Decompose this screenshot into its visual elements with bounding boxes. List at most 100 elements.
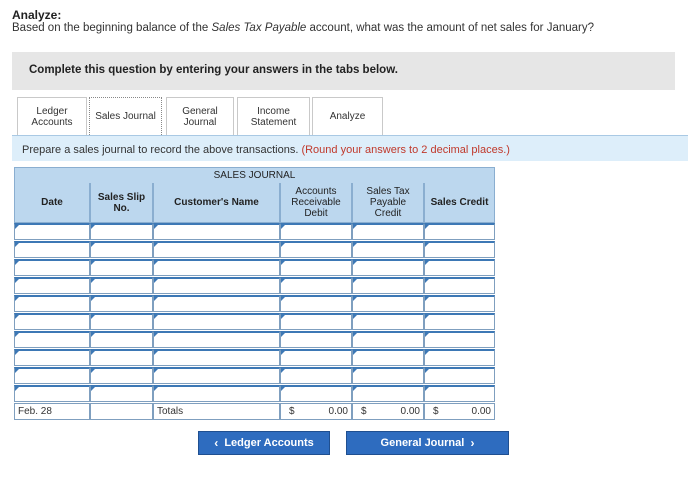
sales-credit-input[interactable] bbox=[424, 259, 495, 276]
table-row bbox=[14, 349, 495, 366]
ar-debit-input[interactable] bbox=[280, 241, 352, 258]
tab-label: Analyze bbox=[329, 111, 366, 122]
customer-name-input[interactable] bbox=[153, 313, 280, 330]
customer-name-input[interactable] bbox=[153, 385, 280, 402]
tab-analyze[interactable]: Analyze bbox=[312, 97, 383, 135]
stp-credit-input[interactable] bbox=[352, 313, 424, 330]
sales-slip-input[interactable] bbox=[90, 349, 153, 366]
ar-debit-input[interactable] bbox=[280, 223, 352, 240]
journal-title: SALES JOURNAL bbox=[14, 167, 495, 184]
dropdown-corner-icon bbox=[15, 333, 19, 337]
stp-credit-input[interactable] bbox=[352, 367, 424, 384]
customer-name-input[interactable] bbox=[153, 277, 280, 294]
customer-name-input[interactable] bbox=[153, 259, 280, 276]
col-header-label: Date bbox=[41, 197, 63, 208]
sales-journal-table: SALES JOURNAL Date Sales Slip No. Custome… bbox=[14, 167, 495, 425]
date-input[interactable] bbox=[14, 367, 90, 384]
table-row bbox=[14, 295, 495, 312]
sales-credit-input[interactable] bbox=[424, 295, 495, 312]
sales-credit-input[interactable] bbox=[424, 241, 495, 258]
tab-label: Income bbox=[257, 105, 290, 117]
date-input[interactable] bbox=[14, 241, 90, 258]
tab-general-journal[interactable]: General Journal bbox=[166, 97, 234, 135]
ar-debit-input[interactable] bbox=[280, 313, 352, 330]
date-input[interactable] bbox=[14, 331, 90, 348]
sales-credit-input[interactable] bbox=[424, 385, 495, 402]
sales-slip-input[interactable] bbox=[90, 277, 153, 294]
stp-credit-input[interactable] bbox=[352, 277, 424, 294]
instructions-note: (Round your answers to 2 decimal places.… bbox=[301, 144, 510, 156]
stp-credit-input[interactable] bbox=[352, 223, 424, 240]
sales-credit-input[interactable] bbox=[424, 313, 495, 330]
next-general-journal-button[interactable]: General Journal › bbox=[346, 431, 509, 455]
stp-credit-input[interactable] bbox=[352, 259, 424, 276]
sales-credit-input[interactable] bbox=[424, 223, 495, 240]
dropdown-corner-icon bbox=[353, 297, 357, 301]
totals-sales-credit: $ 0.00 bbox=[424, 403, 495, 420]
customer-name-input[interactable] bbox=[153, 349, 280, 366]
dropdown-corner-icon bbox=[353, 261, 357, 265]
customer-name-input[interactable] bbox=[153, 295, 280, 312]
prev-ledger-accounts-button[interactable]: ‹ Ledger Accounts bbox=[198, 431, 330, 455]
sales-slip-input[interactable] bbox=[90, 367, 153, 384]
sales-slip-input[interactable] bbox=[90, 223, 153, 240]
col-header-label: Sales Slip bbox=[97, 191, 146, 203]
complete-banner-text: Complete this question by entering your … bbox=[29, 64, 398, 76]
tab-ledger-accounts[interactable]: Ledger Accounts bbox=[17, 97, 87, 135]
dropdown-corner-icon bbox=[425, 243, 429, 247]
sales-slip-input[interactable] bbox=[90, 241, 153, 258]
date-input[interactable] bbox=[14, 277, 90, 294]
date-input[interactable] bbox=[14, 259, 90, 276]
tab-income-statement[interactable]: Income Statement bbox=[237, 97, 310, 135]
col-header-label: Payable bbox=[369, 197, 407, 208]
tab-sales-journal[interactable]: Sales Journal bbox=[89, 97, 162, 135]
sales-credit-input[interactable] bbox=[424, 277, 495, 294]
instructions-main: Prepare a sales journal to record the ab… bbox=[22, 144, 299, 156]
dropdown-corner-icon bbox=[91, 279, 95, 283]
ar-debit-input[interactable] bbox=[280, 277, 352, 294]
dropdown-corner-icon bbox=[281, 315, 285, 319]
date-input[interactable] bbox=[14, 313, 90, 330]
dropdown-corner-icon bbox=[91, 297, 95, 301]
sales-slip-input[interactable] bbox=[90, 385, 153, 402]
date-input[interactable] bbox=[14, 223, 90, 240]
tab-label: Journal bbox=[183, 116, 217, 128]
dropdown-corner-icon bbox=[353, 333, 357, 337]
stp-credit-input[interactable] bbox=[352, 385, 424, 402]
sales-slip-input[interactable] bbox=[90, 331, 153, 348]
date-input[interactable] bbox=[14, 295, 90, 312]
dropdown-corner-icon bbox=[154, 297, 158, 301]
dropdown-corner-icon bbox=[154, 315, 158, 319]
ar-debit-input[interactable] bbox=[280, 259, 352, 276]
customer-name-input[interactable] bbox=[153, 367, 280, 384]
ar-debit-input[interactable] bbox=[280, 367, 352, 384]
customer-name-input[interactable] bbox=[153, 241, 280, 258]
customer-name-input[interactable] bbox=[153, 223, 280, 240]
stp-credit-input[interactable] bbox=[352, 241, 424, 258]
ar-debit-input[interactable] bbox=[280, 385, 352, 402]
date-input[interactable] bbox=[14, 349, 90, 366]
sales-slip-input[interactable] bbox=[90, 295, 153, 312]
sales-slip-input[interactable] bbox=[90, 259, 153, 276]
dropdown-corner-icon bbox=[425, 261, 429, 265]
customer-name-input[interactable] bbox=[153, 331, 280, 348]
sales-credit-input[interactable] bbox=[424, 367, 495, 384]
stp-credit-input[interactable] bbox=[352, 295, 424, 312]
dropdown-corner-icon bbox=[91, 351, 95, 355]
stp-credit-input[interactable] bbox=[352, 331, 424, 348]
ar-debit-input[interactable] bbox=[280, 295, 352, 312]
col-header-label: No. bbox=[113, 202, 130, 214]
ar-debit-input[interactable] bbox=[280, 331, 352, 348]
dropdown-corner-icon bbox=[425, 315, 429, 319]
date-input[interactable] bbox=[14, 385, 90, 402]
dropdown-corner-icon bbox=[281, 333, 285, 337]
sales-credit-input[interactable] bbox=[424, 331, 495, 348]
stp-credit-input[interactable] bbox=[352, 349, 424, 366]
sales-slip-input[interactable] bbox=[90, 313, 153, 330]
sales-credit-input[interactable] bbox=[424, 349, 495, 366]
ar-debit-input[interactable] bbox=[280, 349, 352, 366]
dropdown-corner-icon bbox=[154, 243, 158, 247]
dropdown-corner-icon bbox=[154, 261, 158, 265]
dropdown-corner-icon bbox=[281, 297, 285, 301]
table-row bbox=[14, 313, 495, 330]
